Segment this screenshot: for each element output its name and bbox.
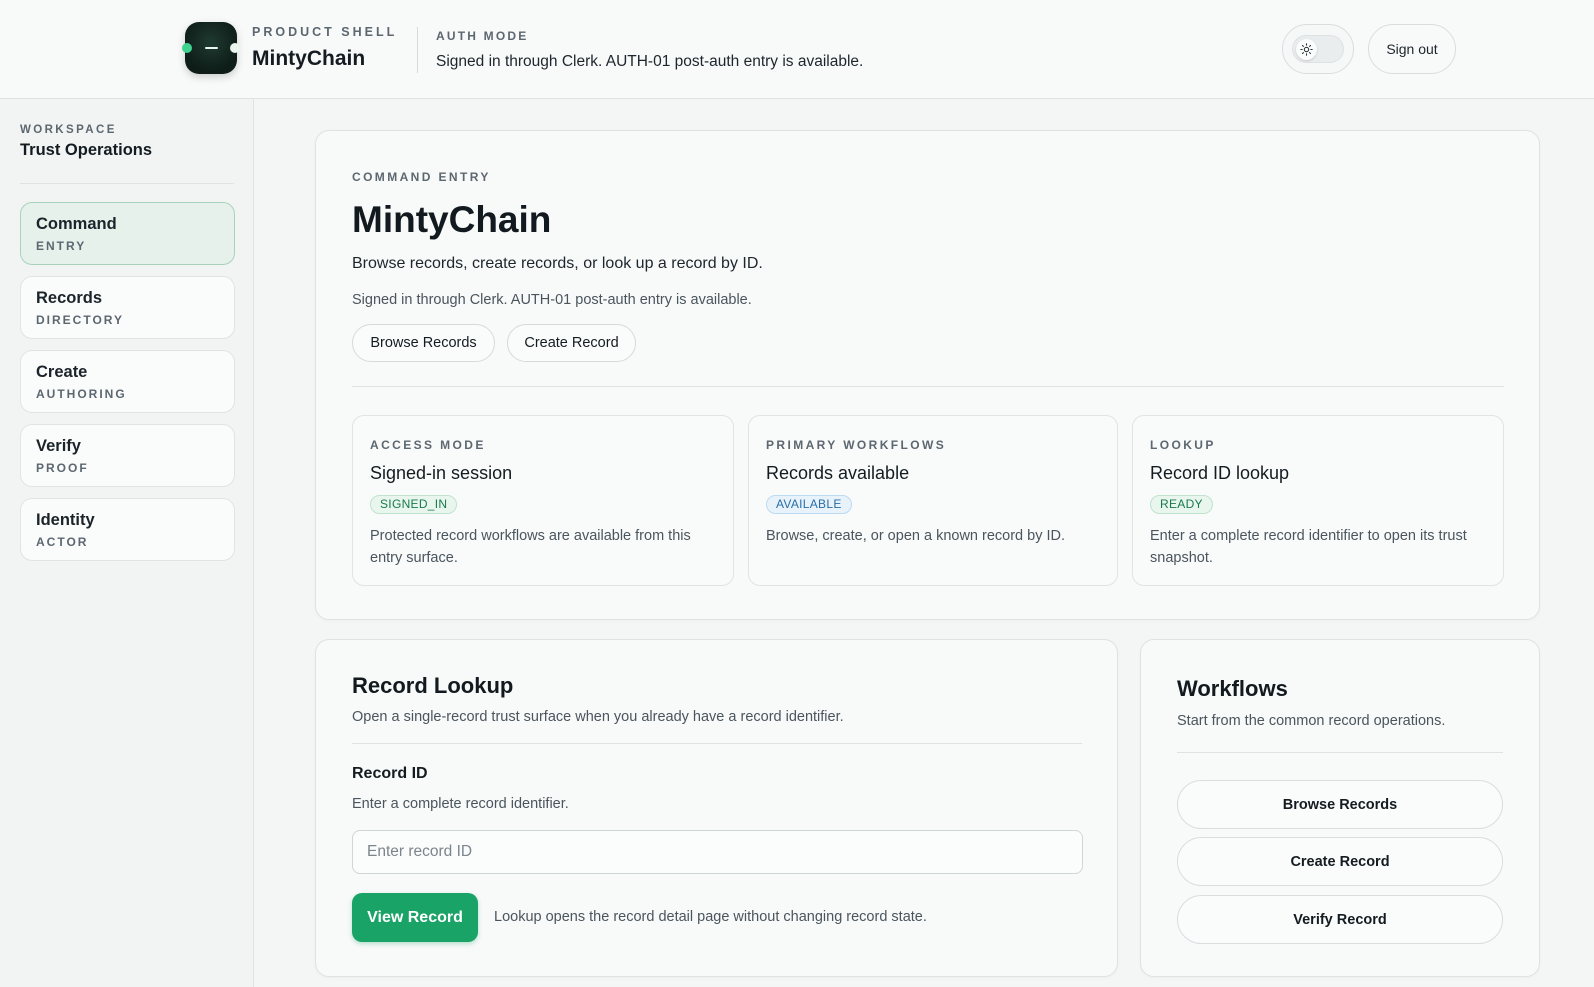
record-lookup-title: Record Lookup <box>352 673 514 698</box>
sidebar: WORKSPACE Trust Operations Command ENTRY… <box>0 99 254 987</box>
info-card-title: Record ID lookup <box>1150 463 1290 483</box>
logo-dot-left <box>182 43 192 53</box>
sign-out-button[interactable]: Sign out <box>1368 24 1456 74</box>
sidebar-item-label: Command <box>36 215 117 233</box>
sidebar-divider <box>20 183 234 184</box>
workflows-card: Workflows Start from the common record o… <box>1140 639 1540 977</box>
workflow-create-record-button[interactable]: Create Record <box>1177 837 1503 886</box>
sidebar-item-create[interactable]: Create AUTHORING <box>20 350 235 413</box>
record-lookup-card: Record Lookup Open a single-record trust… <box>315 639 1118 977</box>
hero-description: Browse records, create records, or look … <box>352 255 763 272</box>
sidebar-item-identity[interactable]: Identity ACTOR <box>20 498 235 561</box>
sidebar-item-command[interactable]: Command ENTRY <box>20 202 235 265</box>
command-entry-card: COMMAND ENTRY MintyChain Browse records,… <box>315 130 1540 620</box>
product-shell-eyebrow: PRODUCT SHELL <box>252 25 398 39</box>
sidebar-item-sublabel: DIRECTORY <box>36 313 125 327</box>
view-record-note: Lookup opens the record detail page with… <box>494 909 927 925</box>
command-entry-eyebrow: COMMAND ENTRY <box>352 170 491 184</box>
create-record-button[interactable]: Create Record <box>507 324 636 362</box>
record-id-input[interactable] <box>352 830 1083 874</box>
browse-records-button[interactable]: Browse Records <box>352 324 495 362</box>
logo-dot-right <box>230 43 240 53</box>
info-card-description: Browse, create, or open a known record b… <box>766 528 1066 544</box>
workflows-divider <box>1177 752 1503 753</box>
theme-toggle-button[interactable] <box>1282 24 1354 74</box>
info-card-title: Signed-in session <box>370 463 513 483</box>
theme-toggle-track[interactable] <box>1292 35 1344 63</box>
status-badge: AVAILABLE <box>766 495 852 514</box>
record-lookup-subtitle: Open a single-record trust surface when … <box>352 709 844 725</box>
access-mode-card: ACCESS MODE Signed-in session SIGNED_IN … <box>352 415 734 586</box>
info-card-description: Protected record workflows are available… <box>370 528 691 566</box>
logo-bar <box>205 47 218 49</box>
sidebar-item-records[interactable]: Records DIRECTORY <box>20 276 235 339</box>
header-divider <box>417 27 418 73</box>
sidebar-item-label: Create <box>36 363 88 381</box>
hero-divider <box>352 386 1504 387</box>
status-badge: READY <box>1150 495 1213 514</box>
workflow-browse-records-button[interactable]: Browse Records <box>1177 780 1503 829</box>
workspace-eyebrow: WORKSPACE <box>20 124 117 136</box>
workflows-title: Workflows <box>1177 676 1288 701</box>
workspace-name: Trust Operations <box>20 141 153 159</box>
sidebar-item-sublabel: PROOF <box>36 461 89 475</box>
info-card-eyebrow: LOOKUP <box>1150 438 1216 452</box>
primary-workflows-card: PRIMARY WORKFLOWS Records available AVAI… <box>748 415 1118 586</box>
theme-toggle-knob <box>1296 39 1317 60</box>
sidebar-item-sublabel: ACTOR <box>36 535 89 549</box>
mintychain-logo-icon <box>182 22 240 74</box>
top-bar: PRODUCT SHELL MintyChain AUTH MODE Signe… <box>0 0 1594 99</box>
record-lookup-divider <box>352 743 1082 744</box>
info-card-eyebrow: ACCESS MODE <box>370 438 486 452</box>
info-card-eyebrow: PRIMARY WORKFLOWS <box>766 438 947 452</box>
page-title: MintyChain <box>352 199 552 240</box>
record-id-label: Record ID <box>352 765 428 782</box>
sidebar-item-label: Verify <box>36 437 81 455</box>
auth-mode-text: Signed in through Clerk. AUTH-01 post-au… <box>436 53 864 70</box>
record-id-help: Enter a complete record identifier. <box>352 796 569 812</box>
lookup-card: LOOKUP Record ID lookup READY Enter a co… <box>1132 415 1504 586</box>
sidebar-item-verify[interactable]: Verify PROOF <box>20 424 235 487</box>
workflows-subtitle: Start from the common record operations. <box>1177 713 1446 729</box>
hero-auth-note: Signed in through Clerk. AUTH-01 post-au… <box>352 292 752 308</box>
workflow-verify-record-button[interactable]: Verify Record <box>1177 895 1503 944</box>
app-name: MintyChain <box>252 47 366 70</box>
info-card-title: Records available <box>766 463 910 483</box>
sidebar-item-label: Identity <box>36 511 95 529</box>
sidebar-item-label: Records <box>36 289 103 307</box>
sun-icon <box>1300 43 1313 56</box>
auth-mode-eyebrow: AUTH MODE <box>436 29 529 43</box>
sidebar-item-sublabel: ENTRY <box>36 239 87 253</box>
view-record-button[interactable]: View Record <box>352 893 478 942</box>
info-card-description: Enter a complete record identifier to op… <box>1150 528 1467 566</box>
sidebar-item-sublabel: AUTHORING <box>36 387 127 401</box>
status-badge: SIGNED_IN <box>370 495 458 514</box>
